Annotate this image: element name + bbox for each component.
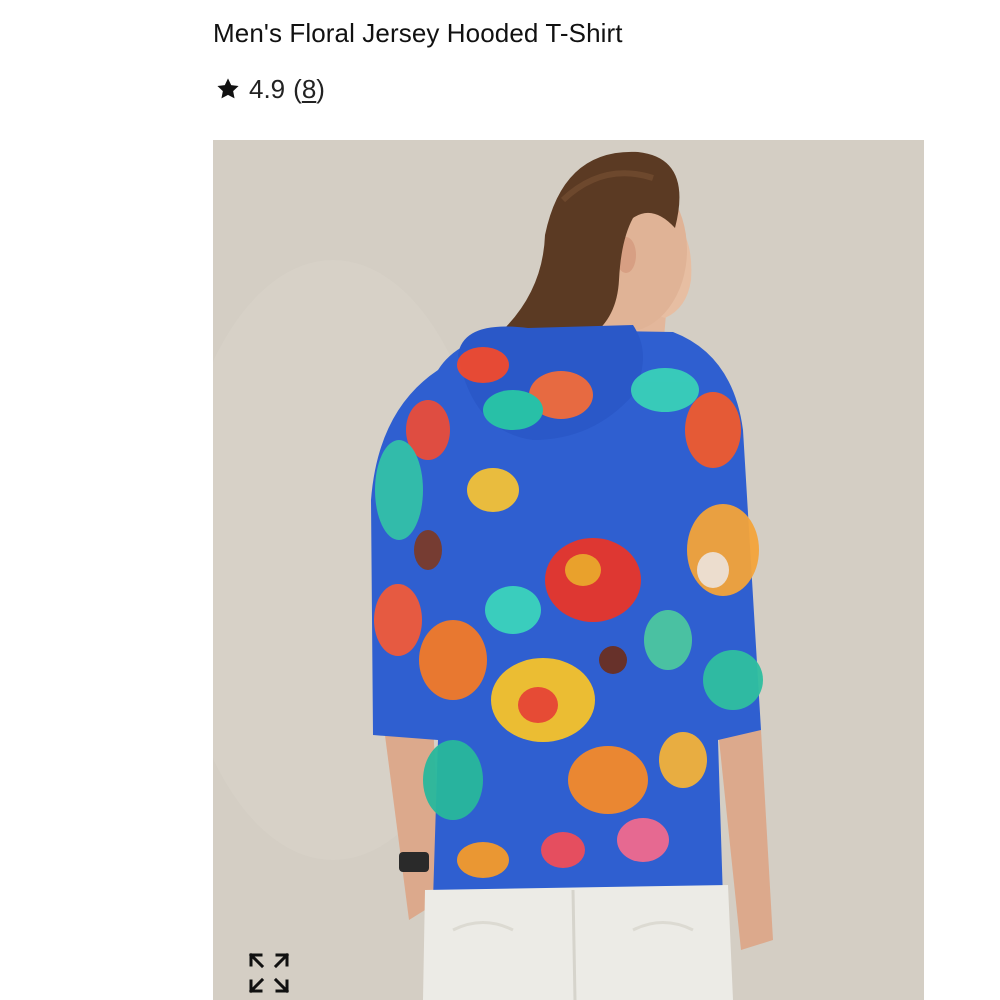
product-page: Men's Floral Jersey Hooded T-Shirt 4.9 (…	[0, 0, 1000, 1000]
review-count-link[interactable]: 8	[302, 74, 316, 104]
product-photo	[213, 140, 924, 1000]
expand-icon[interactable]	[246, 950, 292, 996]
rating-value: 4.9	[249, 73, 286, 104]
product-title: Men's Floral Jersey Hooded T-Shirt	[213, 18, 623, 48]
product-rating: 4.9 (8)	[215, 72, 325, 106]
product-image[interactable]	[213, 140, 924, 1000]
star-icon	[217, 78, 239, 99]
review-count-wrapper: (8)	[293, 73, 325, 104]
